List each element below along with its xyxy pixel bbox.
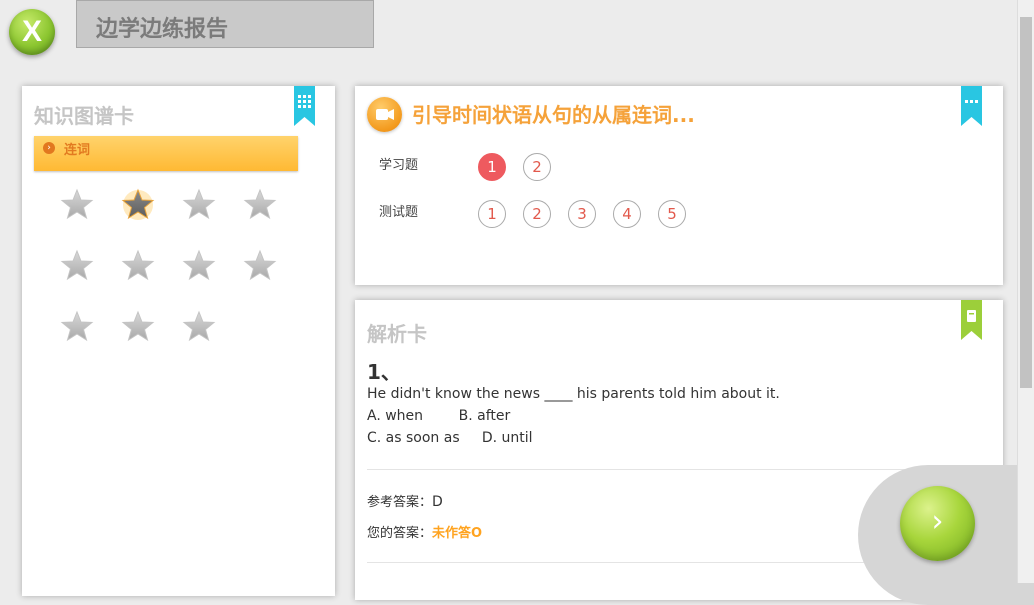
star-icon[interactable] xyxy=(60,187,94,221)
topic-tag-label: 连词 xyxy=(64,143,91,158)
your-answer-label: 您的答案： xyxy=(367,526,433,541)
book-icon xyxy=(961,300,982,340)
knowledge-map-card: 知识图谱卡 › 连词 xyxy=(22,86,335,596)
test-question-3[interactable]: 3 xyxy=(568,200,596,228)
test-question-1[interactable]: 1 xyxy=(478,200,506,228)
test-question-2[interactable]: 2 xyxy=(523,200,551,228)
app-logo[interactable]: X xyxy=(9,9,55,55)
your-answer-value: 未作答 xyxy=(432,526,472,541)
star-icon[interactable] xyxy=(243,187,277,221)
star-icon[interactable] xyxy=(182,248,216,282)
star-icon[interactable] xyxy=(60,309,94,343)
knowledge-card-heading: 知识图谱卡 xyxy=(34,104,134,128)
star-icon[interactable] xyxy=(121,309,155,343)
star-icon[interactable] xyxy=(121,187,155,221)
topic-tag[interactable]: › 连词 xyxy=(34,136,298,171)
star-icon[interactable] xyxy=(60,248,94,282)
star-icon[interactable] xyxy=(243,248,277,282)
scrollbar-thumb[interactable] xyxy=(1020,17,1032,388)
reference-answer: 参考答案：D xyxy=(367,491,443,510)
arrow-right-icon: › xyxy=(931,504,944,539)
chevron-right-icon: › xyxy=(43,142,55,154)
divider xyxy=(367,469,989,470)
report-title: 边学边练报告 xyxy=(96,17,229,42)
your-answer: 您的答案：未作答O xyxy=(367,522,482,541)
study-question-2[interactable]: 2 xyxy=(523,153,551,181)
reference-answer-label: 参考答案： xyxy=(367,495,433,510)
options-line-1: A. when B. after xyxy=(367,408,511,424)
unanswered-mark-icon: O xyxy=(471,526,483,541)
grid-icon xyxy=(294,86,315,126)
options-line-2: C. as soon as D. until xyxy=(367,430,533,446)
reference-answer-value: D xyxy=(432,494,443,510)
report-title-box: 边学边练报告 xyxy=(76,0,374,48)
star-icon[interactable] xyxy=(121,248,155,282)
lesson-title[interactable]: 引导时间状语从句的从属连词... xyxy=(412,99,695,128)
study-question-1[interactable]: 1 xyxy=(478,153,506,181)
test-questions-label: 测试题 xyxy=(379,205,419,220)
question-text: He didn't know the news ____ his parents… xyxy=(367,386,780,402)
next-button[interactable]: › xyxy=(900,486,975,561)
next-button-area: › xyxy=(858,465,1034,605)
test-question-5[interactable]: 5 xyxy=(658,200,686,228)
study-questions-label: 学习题 xyxy=(379,158,419,173)
star-icon[interactable] xyxy=(182,309,216,343)
test-question-4[interactable]: 4 xyxy=(613,200,641,228)
star-icon[interactable] xyxy=(182,187,216,221)
scrollbar[interactable] xyxy=(1017,0,1034,583)
more-icon[interactable] xyxy=(961,86,982,126)
question-card: 引导时间状语从句的从属连词... 学习题 测试题 12 12345 xyxy=(355,86,1003,285)
question-number: 1、 xyxy=(367,360,401,384)
video-camera-icon xyxy=(367,97,402,132)
analysis-card-heading: 解析卡 xyxy=(367,322,427,346)
